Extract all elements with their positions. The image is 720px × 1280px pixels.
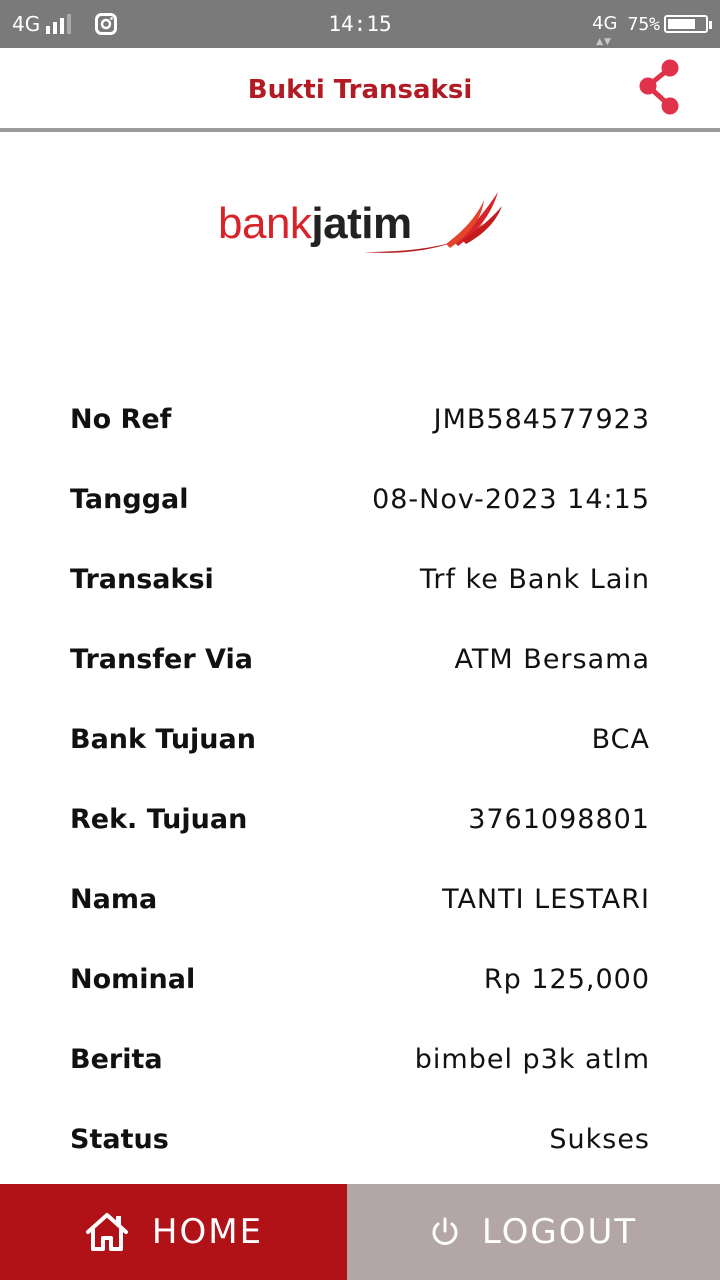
detail-value: JMB584577923 [433, 404, 650, 435]
logo-bank-text: bank [218, 199, 312, 248]
detail-label: Status [70, 1124, 169, 1155]
detail-label: Berita [70, 1044, 163, 1075]
detail-row-tanggal: Tanggal 08-Nov-2023 14:15 [70, 460, 650, 540]
status-right: 4G ▲▼ 75% [592, 10, 712, 48]
bottom-bar: HOME LOGOUT [0, 1184, 720, 1280]
detail-value: Sukses [549, 1124, 650, 1155]
logo-wordmark: bankjatim [218, 194, 412, 254]
detail-row-nama: Nama TANTI LESTARI [70, 860, 650, 940]
bank-logo: bankjatim [214, 190, 514, 266]
detail-label: No Ref [70, 404, 172, 435]
detail-row-rek-tujuan: Rek. Tujuan 3761098801 [70, 780, 650, 860]
detail-row-status: Status Sukses [70, 1100, 650, 1180]
detail-label: Bank Tujuan [70, 724, 256, 755]
detail-row-nominal: Nominal Rp 125,000 [70, 940, 650, 1020]
detail-row-no-ref: No Ref JMB584577923 [70, 380, 650, 460]
home-label: HOME [151, 1212, 264, 1252]
detail-value: Rp 125,000 [483, 964, 650, 995]
detail-label: Nama [70, 884, 158, 915]
detail-label: Nominal [70, 964, 196, 995]
battery-fill [668, 19, 695, 29]
detail-row-transfer-via: Transfer Via ATM Bersama [70, 620, 650, 700]
detail-label: Tanggal [70, 484, 189, 515]
battery-nub [709, 21, 712, 29]
data-type-label: 4G [592, 13, 618, 34]
detail-value: Trf ke Bank Lain [419, 564, 650, 595]
detail-label: Transfer Via [70, 644, 253, 675]
logo-jatim-text: jatim [311, 199, 412, 248]
page-title: Bukti Transaksi [247, 75, 473, 105]
transaction-details: No Ref JMB584577923 Tanggal 08-Nov-2023 … [70, 380, 650, 1180]
battery-percent: 75% [627, 13, 660, 35]
home-button[interactable]: HOME [0, 1184, 347, 1280]
data-type: 4G ▲▼ [592, 13, 618, 48]
share-icon[interactable] [636, 56, 684, 120]
detail-value: 3761098801 [468, 804, 650, 835]
detail-value: bimbel p3k atlm [414, 1044, 650, 1075]
detail-value: 08-Nov-2023 14:15 [372, 484, 650, 515]
status-bar: 4G 14:15 4G ▲▼ 75% [0, 0, 720, 48]
detail-value: BCA [591, 724, 650, 755]
detail-label: Rek. Tujuan [70, 804, 248, 835]
detail-row-bank-tujuan: Bank Tujuan BCA [70, 700, 650, 780]
logout-button[interactable]: LOGOUT [347, 1184, 720, 1280]
home-icon [85, 1213, 128, 1251]
detail-label: Transaksi [70, 564, 214, 595]
battery-icon [664, 15, 712, 33]
detail-row-transaksi: Transaksi Trf ke Bank Lain [70, 540, 650, 620]
app-header: Bukti Transaksi [0, 48, 720, 132]
detail-row-berita: Berita bimbel p3k atlm [70, 1020, 650, 1100]
logout-label: LOGOUT [481, 1212, 638, 1252]
detail-value: ATM Bersama [454, 644, 650, 675]
detail-value: TANTI LESTARI [442, 884, 650, 915]
power-icon [432, 1217, 458, 1245]
